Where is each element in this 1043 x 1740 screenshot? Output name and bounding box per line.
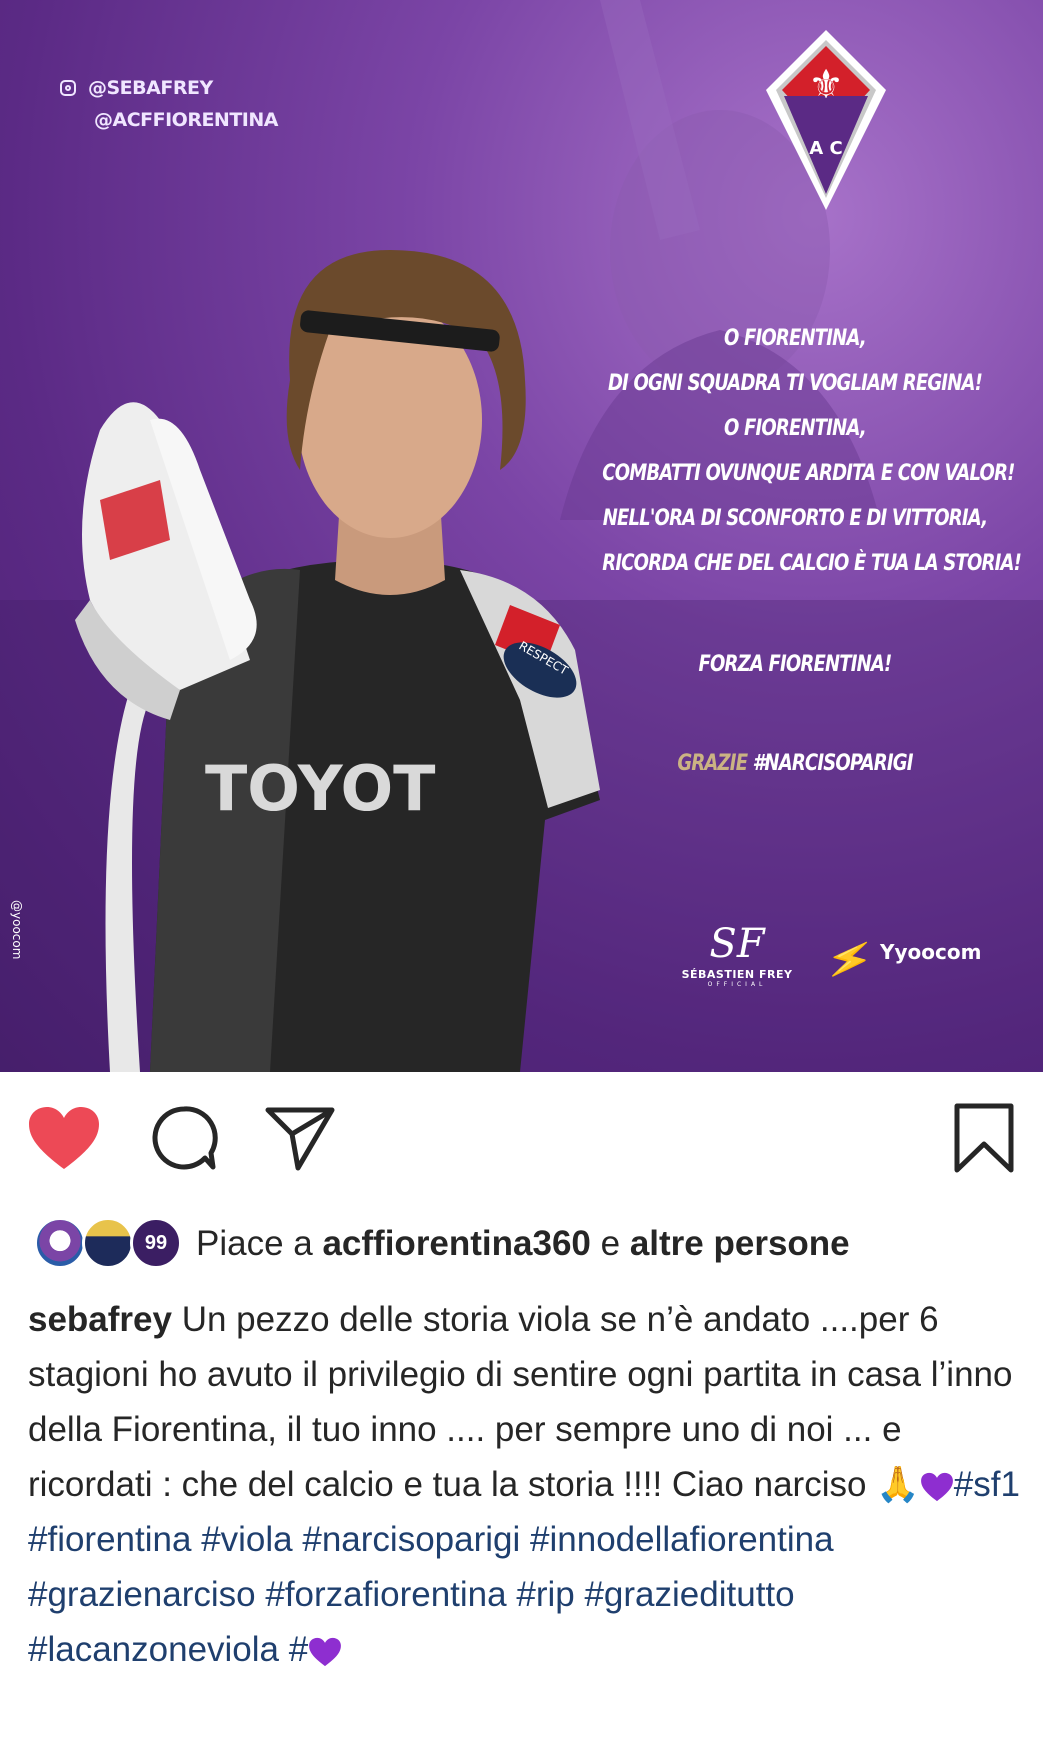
hashtag-link[interactable]: #innodellafiorentina <box>530 1520 834 1559</box>
grazie-text: GRAZIE #NARCISOPARIGI <box>602 751 987 776</box>
handle-sebafrey: @SEBAFREY <box>88 77 213 99</box>
svg-text:⚜: ⚜ <box>808 62 844 108</box>
caption-text: Un pezzo delle storia viola se n’è andat… <box>28 1300 1013 1504</box>
hashtag-link[interactable]: #narcisoparigi <box>302 1520 520 1559</box>
hashtag-link[interactable]: #rip <box>516 1575 574 1614</box>
hashtag-link[interactable]: #grazienarciso <box>28 1575 256 1614</box>
likes-text: Piace a acffiorentina360 e altre persone <box>196 1224 850 1264</box>
pray-emoji: 🙏 <box>876 1465 920 1504</box>
send-icon <box>265 1107 335 1171</box>
hashtag-link[interactable]: #forzafiorentina <box>265 1575 506 1614</box>
purple-heart-icon <box>920 1472 953 1501</box>
comment-icon <box>152 1106 218 1170</box>
like-button[interactable] <box>26 1100 102 1176</box>
avatar[interactable] <box>34 1217 86 1269</box>
sebastien-frey-logo: SF SÉBASTIEN FREY OFFICIAL <box>672 920 802 988</box>
post-image[interactable]: TOYOT RESPECT @SEBAFREY @ACFFIORENTINA ⚜… <box>0 0 1043 1072</box>
avatar-label: 99 <box>144 1231 168 1254</box>
anthem-line: O FIORENTINA, <box>724 326 867 351</box>
hashtag-link[interactable]: # <box>289 1630 308 1669</box>
anthem-line: NELL'ORA DI SCONFORTO E DI VITTORIA, <box>602 506 988 531</box>
handle-acffiorentina: @ACFFIORENTINA <box>94 109 278 131</box>
logo-name: SÉBASTIEN FREY <box>681 968 793 981</box>
social-handles: @SEBAFREY @ACFFIORENTINA <box>60 72 278 136</box>
anthem-text: O FIORENTINA, DI OGNI SQUADRA TI VOGLIAM… <box>602 316 1022 586</box>
side-credit: @yoocom <box>10 900 24 959</box>
hashtag-link[interactable]: #grazieditutto <box>584 1575 794 1614</box>
likes-middle: e <box>590 1224 630 1263</box>
share-button[interactable] <box>262 1100 338 1176</box>
instagram-icon <box>60 80 76 96</box>
save-button[interactable] <box>946 1100 1022 1176</box>
hashtag-link[interactable]: #fiorentina <box>28 1520 191 1559</box>
anthem-line: O FIORENTINA, <box>724 416 867 441</box>
likes-prefix: Piace a <box>196 1224 323 1263</box>
other-likers-link[interactable]: altre persone <box>630 1224 850 1263</box>
yoocom-logo: Yyoocom <box>880 940 981 964</box>
anthem-line: COMBATTI OVUNQUE ARDITA E CON VALOR! <box>602 461 1015 486</box>
grazie-word: GRAZIE <box>677 751 748 776</box>
post-action-bar <box>0 1100 1043 1180</box>
logo-monogram: SF <box>709 921 765 967</box>
hashtag-link[interactable]: #lacanzoneviola <box>28 1630 279 1669</box>
yoocom-label: yoocom <box>894 940 982 964</box>
liker-avatars[interactable]: 99 <box>28 1215 188 1273</box>
forza-fiorentina-text: FORZA FIORENTINA! <box>698 652 893 677</box>
avatar[interactable] <box>82 1217 134 1269</box>
purple-heart-icon <box>309 1637 342 1666</box>
logo-subtitle: OFFICIAL <box>707 981 767 988</box>
avatar[interactable]: 99 <box>130 1217 182 1269</box>
liker-account-link[interactable]: acffiorentina360 <box>322 1224 590 1263</box>
side-credit-text: @yoocom <box>10 900 24 960</box>
caption-username[interactable]: sebafrey <box>28 1300 172 1339</box>
bookmark-icon <box>954 1103 1014 1173</box>
svg-text:TOYOT: TOYOT <box>205 752 435 825</box>
likes-summary[interactable]: 99 Piace a acffiorentina360 e altre pers… <box>28 1214 850 1274</box>
heart-icon <box>29 1107 99 1169</box>
post-caption: sebafrey Un pezzo delle storia viola se … <box>28 1292 1028 1677</box>
hashtag-link[interactable]: #sf1 <box>954 1465 1020 1504</box>
grazie-hashtag: #NARCISOPARIGI <box>752 751 914 776</box>
yoocom-mark-icon: Y <box>880 940 895 964</box>
anthem-line: DI OGNI SQUADRA TI VOGLIAM REGINA! <box>607 371 983 396</box>
anthem-line: RICORDA CHE DEL CALCIO È TUA LA STORIA! <box>602 551 1022 576</box>
svg-text:A C: A C <box>809 138 842 159</box>
hashtag-link[interactable]: #viola <box>201 1520 292 1559</box>
comment-button[interactable] <box>146 1100 222 1176</box>
fiorentina-crest-logo: ⚜ A C <box>766 30 886 210</box>
